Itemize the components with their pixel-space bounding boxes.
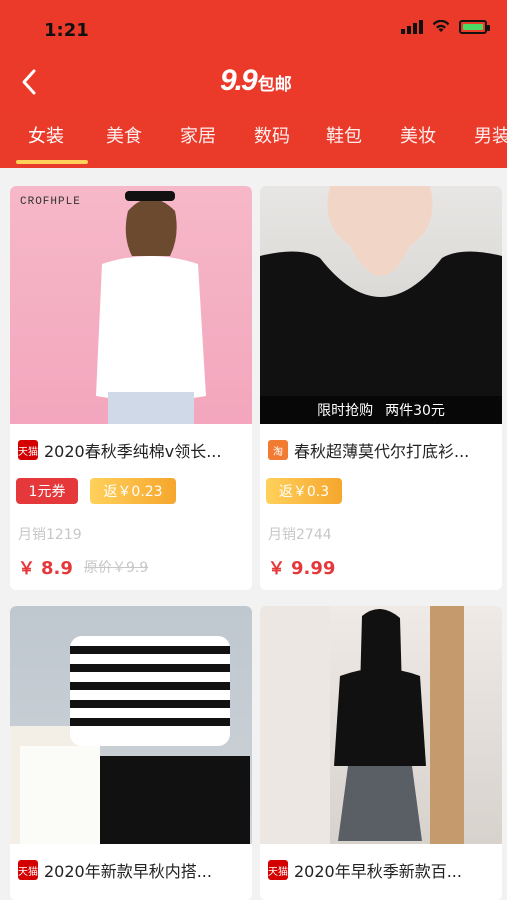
tab-shoes-bags[interactable]: 鞋包 <box>326 122 362 148</box>
tab-food[interactable]: 美食 <box>106 122 142 148</box>
product-title-text: 2020年早秋季新款百... <box>294 862 462 881</box>
product-card[interactable]: 限时抢购 两件30元 淘 春秋超薄莫代尔打底衫... 返￥0.3 月销2744 … <box>260 186 502 590</box>
logo: 9.9 包邮 <box>220 64 292 98</box>
tab-women[interactable]: 女装 <box>28 122 64 148</box>
logo-text: 包邮 <box>257 75 292 95</box>
tab-home[interactable]: 家居 <box>180 122 216 148</box>
signal-icon <box>401 20 423 34</box>
promo-banner: 限时抢购 两件30元 <box>260 396 502 424</box>
price: ￥ 8.9 <box>18 554 73 579</box>
model-figure <box>96 191 206 424</box>
product-title-text: 春秋超薄莫代尔打底衫... <box>294 442 470 461</box>
price-value: 9.99 <box>291 558 336 579</box>
taobao-icon: 淘 <box>268 440 288 460</box>
original-price: 原价￥9.9 <box>84 560 149 576</box>
price: ￥ 9.99 <box>268 554 335 579</box>
monthly-sales: 月销1219 <box>18 527 82 543</box>
model-figure <box>260 606 464 844</box>
monthly-sales: 月销2744 <box>268 527 332 543</box>
product-title: 天猫 2020年早秋季新款百... <box>268 858 494 882</box>
chevron-left-icon <box>22 69 36 95</box>
product-image: CROFHPLE <box>10 186 252 424</box>
brand-text: CROFHPLE <box>20 196 81 208</box>
product-card[interactable]: 天猫 2020年新款早秋内搭... <box>10 606 252 900</box>
status-icons <box>401 20 490 34</box>
clothes-pile <box>10 636 250 844</box>
currency-symbol: ￥ <box>18 559 35 579</box>
promo-left-text: 限时抢购 <box>317 403 374 419</box>
tab-beauty[interactable]: 美妆 <box>400 122 436 148</box>
product-title: 淘 春秋超薄莫代尔打底衫... <box>268 438 494 462</box>
product-title: 天猫 2020春秋季纯棉v领长... <box>18 438 244 462</box>
price-value: 8.9 <box>41 558 73 579</box>
rebate-badge: 返￥0.23 <box>90 478 176 504</box>
status-time: 1:21 <box>44 20 89 41</box>
header: 1:21 9.9 包邮 女装 美食 家居 数码 鞋包 美妆 男装 <box>0 0 507 168</box>
back-button[interactable] <box>14 64 44 100</box>
product-card[interactable]: CROFHPLE 天猫 2020春秋季纯棉v领长... 1元券 返￥0.23 月… <box>10 186 252 590</box>
product-image <box>260 606 502 844</box>
category-tabs: 女装 美食 家居 数码 鞋包 美妆 男装 <box>0 116 507 162</box>
tmall-icon: 天猫 <box>268 860 288 880</box>
coupon-button[interactable]: 1元券 <box>16 478 78 504</box>
promo-right-text: 两件30元 <box>385 403 445 419</box>
product-image <box>10 606 252 844</box>
logo-number: 9.9 <box>220 64 258 97</box>
product-title-text: 2020春秋季纯棉v领长... <box>44 442 222 461</box>
product-title: 天猫 2020年新款早秋内搭... <box>18 858 244 882</box>
wifi-icon <box>432 20 450 32</box>
tmall-icon: 天猫 <box>18 860 38 880</box>
product-title-text: 2020年新款早秋内搭... <box>44 862 212 881</box>
tab-digital[interactable]: 数码 <box>254 122 290 148</box>
product-card[interactable]: 天猫 2020年早秋季新款百... <box>260 606 502 900</box>
tab-men[interactable]: 男装 <box>474 122 507 148</box>
currency-symbol: ￥ <box>268 559 285 579</box>
rebate-badge: 返￥0.3 <box>266 478 342 504</box>
battery-icon <box>459 20 490 34</box>
model-figure <box>260 186 502 424</box>
product-image: 限时抢购 两件30元 <box>260 186 502 424</box>
tmall-icon: 天猫 <box>18 440 38 460</box>
active-tab-indicator <box>16 160 88 164</box>
